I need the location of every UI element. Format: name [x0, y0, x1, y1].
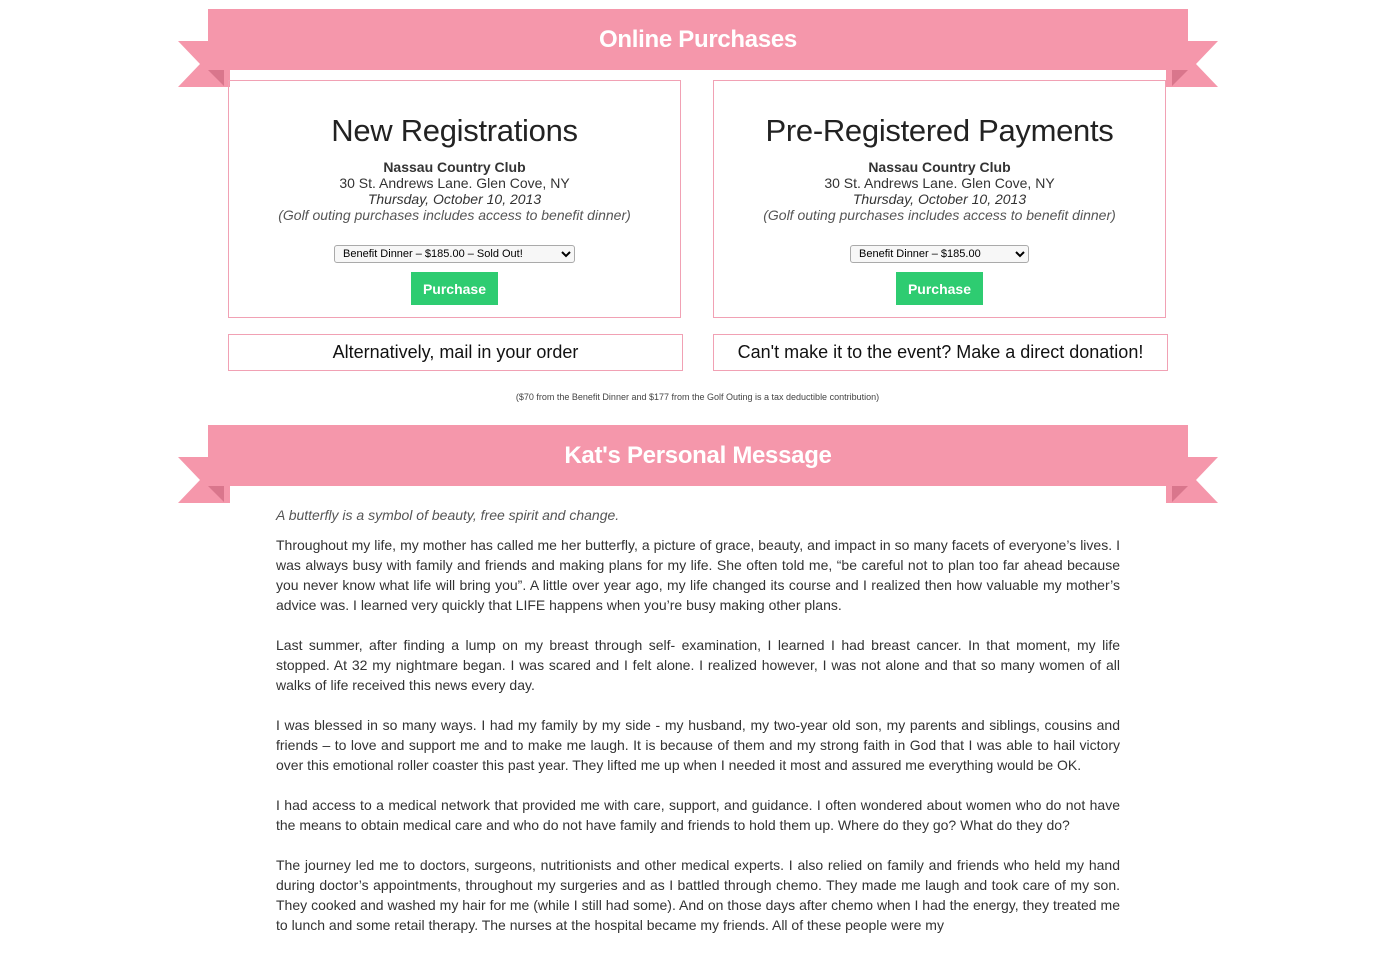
- tax-deductible-note: ($70 from the Benefit Dinner and $177 fr…: [515, 392, 880, 402]
- personal-message: A butterfly is a symbol of beauty, free …: [276, 505, 1120, 955]
- section-ribbon-message: Kat's Personal Message: [178, 425, 1218, 517]
- purchase-button[interactable]: Purchase: [896, 272, 983, 305]
- venue-address: 30 St. Andrews Lane. Glen Cove, NY: [824, 175, 1055, 191]
- venue-name: Nassau Country Club: [383, 159, 526, 175]
- section-title-message: Kat's Personal Message: [208, 425, 1188, 486]
- message-paragraph: I was blessed in so many ways. I had my …: [276, 717, 1120, 773]
- message-paragraph: The journey led me to doctors, surgeons,…: [276, 857, 1120, 933]
- pre-registered-payments-card: Pre-Registered Payments Nassau Country C…: [713, 80, 1166, 318]
- card-title: Pre-Registered Payments: [765, 113, 1114, 148]
- card-title: New Registrations: [331, 113, 578, 148]
- venue-address: 30 St. Andrews Lane. Glen Cove, NY: [339, 175, 570, 191]
- mail-order-link[interactable]: Alternatively, mail in your order: [228, 334, 683, 371]
- ribbon-fold-right: [1172, 70, 1188, 86]
- event-date: Thursday, October 10, 2013: [367, 191, 542, 207]
- purchase-button[interactable]: Purchase: [411, 272, 498, 305]
- ticket-select[interactable]: Benefit Dinner – $185.00 – Sold Out!: [334, 245, 575, 263]
- message-paragraph: Last summer, after finding a lump on my …: [276, 637, 1120, 693]
- message-intro: A butterfly is a symbol of beauty, free …: [276, 507, 620, 523]
- ribbon-fold-left: [208, 70, 224, 86]
- donation-link[interactable]: Can't make it to the event? Make a direc…: [713, 334, 1168, 371]
- golf-note: (Golf outing purchases includes access t…: [278, 207, 631, 223]
- ribbon-fold-right: [1172, 486, 1188, 502]
- message-paragraph: I had access to a medical network that p…: [276, 797, 1120, 833]
- message-paragraph: Throughout my life, my mother has called…: [276, 537, 1120, 613]
- event-date: Thursday, October 10, 2013: [852, 191, 1027, 207]
- ribbon-fold-left: [208, 486, 224, 502]
- page: Online Purchases New Registrations Nassa…: [0, 0, 1395, 963]
- section-title-purchases: Online Purchases: [208, 9, 1188, 70]
- new-registrations-card: New Registrations Nassau Country Club 30…: [228, 80, 681, 318]
- golf-note: (Golf outing purchases includes access t…: [763, 207, 1116, 223]
- ticket-select[interactable]: Benefit Dinner – $185.00: [850, 245, 1029, 263]
- venue-name: Nassau Country Club: [868, 159, 1011, 175]
